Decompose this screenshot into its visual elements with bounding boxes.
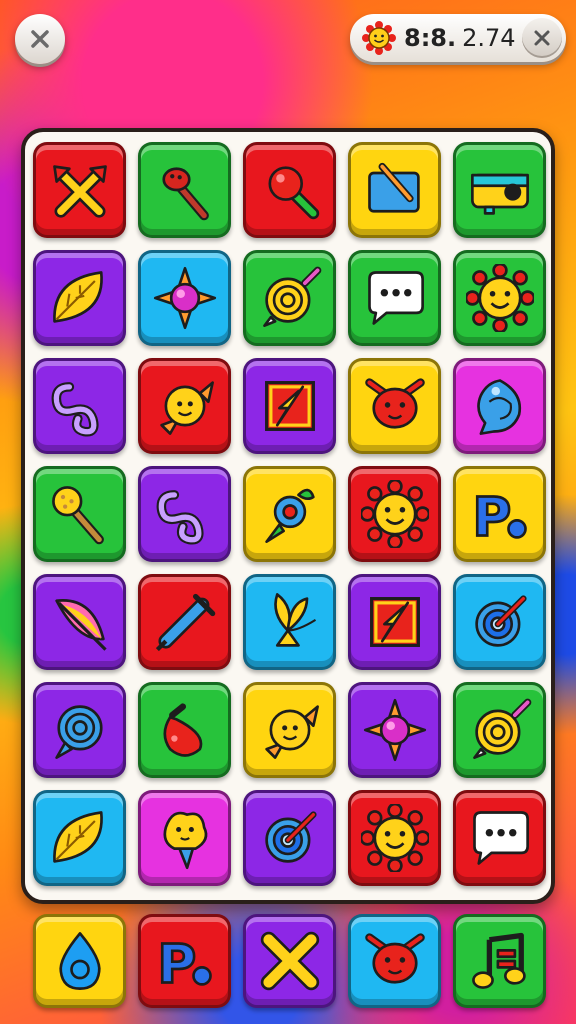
crossed-arrows-icon — [52, 165, 107, 218]
spiral-target-icon — [262, 266, 321, 327]
letter-p-icon: P — [156, 932, 212, 995]
tile[interactable] — [33, 358, 126, 454]
tile[interactable] — [348, 142, 441, 238]
sun-face-icon — [362, 21, 396, 55]
drop-icon — [58, 932, 101, 990]
tile[interactable] — [33, 574, 126, 670]
tile[interactable] — [243, 574, 336, 670]
tile[interactable] — [348, 466, 441, 562]
score-value: 2.74 — [462, 24, 516, 52]
tile[interactable] — [453, 250, 546, 346]
tile[interactable] — [453, 682, 546, 778]
close-icon — [31, 30, 49, 48]
leaf-icon — [52, 271, 103, 323]
tile[interactable] — [348, 790, 441, 886]
close-icon — [534, 30, 550, 46]
tile[interactable] — [138, 466, 231, 562]
tile[interactable] — [243, 790, 336, 886]
devil-face-icon — [364, 933, 425, 984]
tile[interactable] — [33, 142, 126, 238]
tray-tile[interactable]: P — [138, 914, 231, 1008]
tile-grid: P — [33, 142, 546, 886]
knot-icon — [51, 382, 99, 437]
tile[interactable] — [348, 250, 441, 346]
tile[interactable] — [243, 682, 336, 778]
tile[interactable] — [243, 142, 336, 238]
bolt-frame-icon — [369, 597, 420, 647]
close-button[interactable] — [15, 14, 65, 64]
devil-face-icon — [364, 378, 425, 429]
tile[interactable] — [33, 682, 126, 778]
torch-icon — [161, 167, 209, 221]
tile[interactable] — [33, 466, 126, 562]
tray-tile[interactable] — [348, 914, 441, 1008]
tray-tile[interactable] — [33, 914, 126, 1008]
hud-close-button[interactable] — [522, 18, 562, 58]
tile[interactable] — [243, 466, 336, 562]
spiral-target-icon — [472, 698, 531, 759]
x-mark-icon — [260, 931, 319, 991]
tile[interactable] — [453, 574, 546, 670]
tile[interactable] — [453, 790, 546, 886]
svg-text:P: P — [472, 486, 511, 548]
game-board: P — [21, 128, 555, 904]
plant-icon — [273, 593, 316, 647]
tile[interactable] — [138, 250, 231, 346]
bird-icon — [264, 705, 319, 759]
target-icon — [264, 811, 317, 863]
flower-icon — [153, 266, 216, 330]
syringe-icon — [155, 593, 215, 652]
tile-tray: P — [33, 914, 547, 1008]
speech-bubble-icon — [367, 271, 424, 325]
wand-icon — [51, 486, 104, 545]
knot-icon — [156, 490, 204, 545]
sun-face-icon — [465, 264, 534, 332]
score-bar: 8:8. 2.74 — [350, 14, 566, 62]
flower-icon — [363, 698, 426, 762]
tile[interactable] — [138, 358, 231, 454]
tile[interactable] — [348, 682, 441, 778]
camera-icon — [470, 173, 529, 215]
level-label: 8:8. — [404, 24, 457, 52]
shell-icon — [476, 379, 521, 435]
spiral-icon — [54, 705, 103, 759]
target-icon — [474, 595, 527, 647]
svg-text:P: P — [157, 933, 196, 995]
tile[interactable] — [348, 574, 441, 670]
art-tablet-icon — [367, 162, 420, 213]
bolt-frame-icon — [264, 381, 315, 431]
bird-icon — [159, 381, 214, 435]
magnifier-icon — [267, 166, 319, 220]
tile[interactable] — [33, 790, 126, 886]
pin-icon — [162, 703, 202, 757]
speech-bubble-icon — [472, 811, 529, 865]
tile[interactable] — [243, 358, 336, 454]
ice-cream-icon — [162, 811, 207, 870]
tile[interactable] — [138, 142, 231, 238]
tile[interactable] — [453, 358, 546, 454]
tile[interactable] — [138, 682, 231, 778]
tray-tile[interactable] — [243, 914, 336, 1008]
tile[interactable] — [348, 358, 441, 454]
tile[interactable]: P — [453, 466, 546, 562]
sun-face-icon — [360, 480, 429, 548]
letter-p-icon: P — [471, 485, 527, 548]
sun-face-icon — [360, 804, 429, 872]
tile[interactable] — [243, 250, 336, 346]
tile[interactable] — [138, 790, 231, 886]
feather-icon — [54, 599, 107, 651]
tile[interactable] — [453, 142, 546, 238]
tray-tile[interactable] — [453, 914, 546, 1008]
music-note-icon — [471, 932, 526, 989]
blossom-icon — [264, 488, 315, 543]
tile[interactable] — [33, 250, 126, 346]
leaf-icon — [52, 811, 103, 863]
tile[interactable] — [138, 574, 231, 670]
